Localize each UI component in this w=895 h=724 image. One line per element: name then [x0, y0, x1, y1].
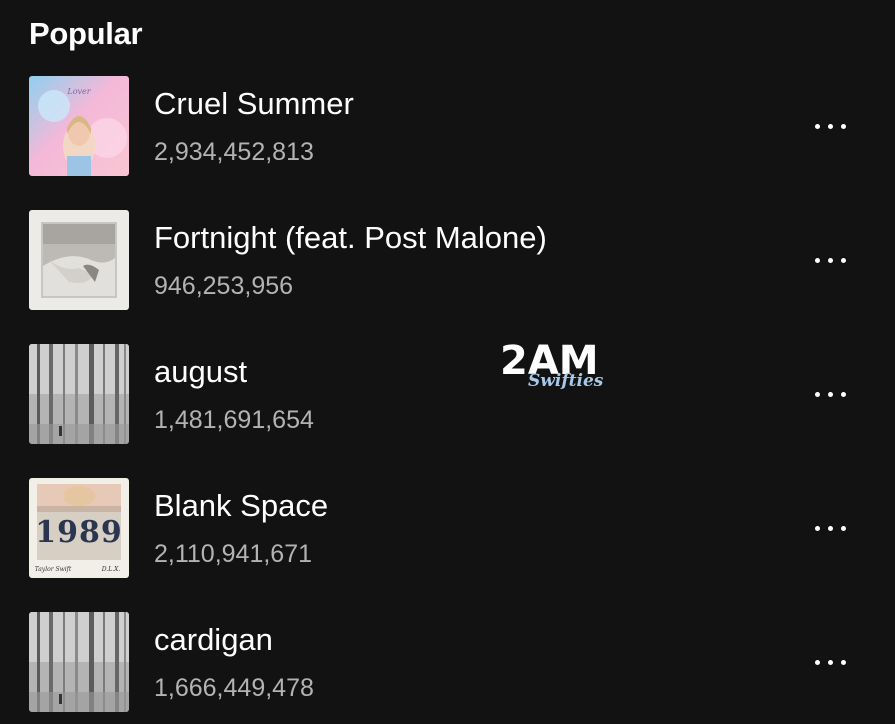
more-horizontal-icon — [814, 659, 820, 665]
track-play-count: 2,934,452,813 — [154, 138, 314, 166]
track-play-count: 946,253,956 — [154, 272, 294, 300]
track-row[interactable]: 1989 Taylor Swift D.L.X. Blank Space 2,1… — [0, 478, 895, 578]
popular-tracks-page: Popular Lover Cruel Summer 2,934,452,813… — [0, 0, 895, 724]
track-title: Cruel Summer — [154, 86, 354, 121]
track-play-count: 2,110,941,671 — [154, 540, 313, 568]
folklore-album-cover — [29, 344, 129, 444]
track-title: august — [154, 354, 248, 389]
track-title: Blank Space — [154, 488, 329, 523]
more-options-button[interactable] — [800, 642, 860, 682]
more-horizontal-icon — [814, 525, 820, 531]
section-title: Popular — [29, 16, 143, 51]
track-list: Lover Cruel Summer 2,934,452,813 Fortnig… — [0, 76, 895, 724]
svg-text:1989: 1989 — [35, 515, 123, 550]
track-row[interactable]: Lover Cruel Summer 2,934,452,813 — [0, 76, 895, 176]
track-title: Fortnight (feat. Post Malone) — [154, 220, 547, 255]
ttpd-album-cover — [29, 210, 129, 310]
track-row[interactable]: Fortnight (feat. Post Malone) 946,253,95… — [0, 210, 895, 310]
more-horizontal-icon — [814, 257, 820, 263]
track-row[interactable]: cardigan 1,666,449,478 — [0, 612, 895, 712]
more-horizontal-icon — [814, 123, 820, 129]
more-options-button[interactable] — [800, 374, 860, 414]
more-horizontal-icon — [814, 391, 820, 397]
1989-album-cover: 1989 Taylor Swift D.L.X. — [29, 478, 129, 578]
svg-text:Taylor Swift: Taylor Swift — [35, 566, 72, 573]
more-options-button[interactable] — [800, 240, 860, 280]
lover-album-cover: Lover — [29, 76, 129, 176]
track-row[interactable]: august 1,481,691,654 — [0, 344, 895, 444]
more-options-button[interactable] — [800, 106, 860, 146]
more-options-button[interactable] — [800, 508, 860, 548]
svg-text:D.L.X.: D.L.X. — [101, 566, 121, 573]
track-play-count: 1,481,691,654 — [154, 406, 314, 434]
track-title: cardigan — [154, 622, 273, 657]
svg-text:Lover: Lover — [66, 87, 91, 96]
folklore-album-cover — [29, 612, 129, 712]
track-play-count: 1,666,449,478 — [154, 674, 314, 702]
